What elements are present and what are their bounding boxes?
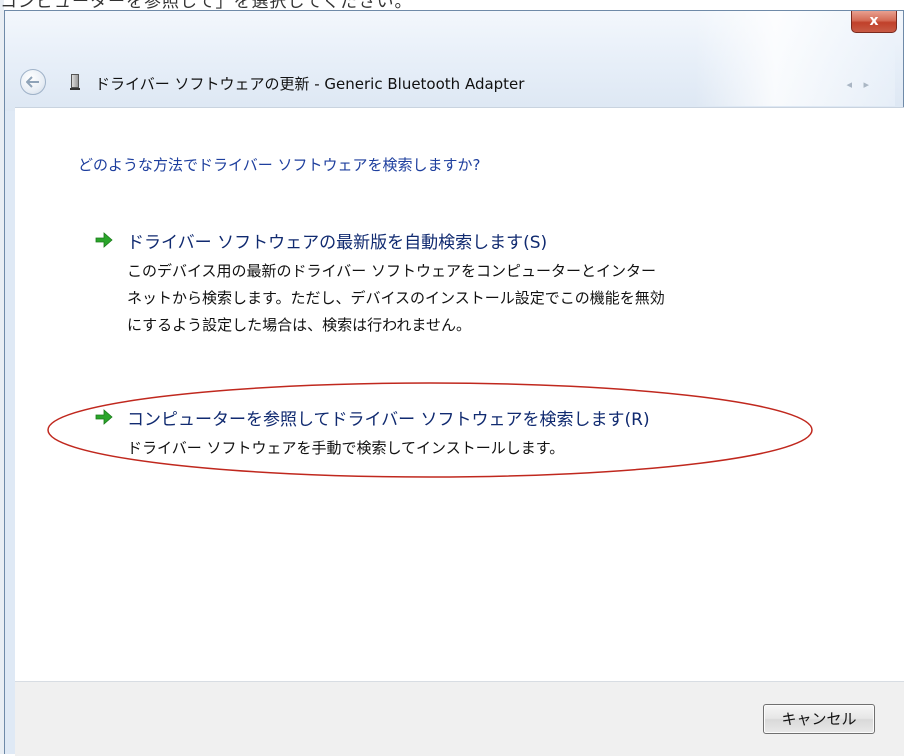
desc-line: ネットから検索します。ただし、デバイスのインストール設定でこの機能を無効: [127, 289, 665, 307]
title-bar: x ドライバー ソフトウェアの更新 - Generic Bluetooth Ad…: [5, 11, 903, 111]
desc-line: ドライバー ソフトウェアを手動で検索してインストールします。: [127, 439, 565, 457]
option-browse-computer-title: コンピューターを参照してドライバー ソフトウェアを検索します(R): [127, 410, 650, 430]
content-area: どのような方法でドライバー ソフトウェアを検索しますか? ドライバー ソフトウェ…: [15, 107, 904, 682]
faint-nav-icon: ◂ ▸: [846, 78, 873, 91]
green-arrow-icon: [95, 232, 113, 248]
nav-row: ドライバー ソフトウェアの更新 - Generic Bluetooth Adap…: [5, 63, 903, 103]
green-arrow-icon: [95, 409, 113, 425]
window-title: ドライバー ソフトウェアの更新 - Generic Bluetooth Adap…: [95, 75, 525, 93]
page-question: どのような方法でドライバー ソフトウェアを検索しますか?: [78, 156, 481, 174]
device-icon: [70, 74, 80, 90]
footer-bar: キャンセル: [15, 681, 904, 756]
close-button[interactable]: x: [851, 11, 897, 33]
desc-line: このデバイス用の最新のドライバー ソフトウェアをコンピューターとインター: [127, 262, 657, 280]
option-browse-computer-desc: ドライバー ソフトウェアを手動で検索してインストールします。: [127, 435, 807, 462]
cancel-button[interactable]: キャンセル: [763, 704, 875, 734]
option-auto-search-desc: このデバイス用の最新のドライバー ソフトウェアをコンピューターとインター ネット…: [127, 258, 807, 339]
dialog-window: x ドライバー ソフトウェアの更新 - Generic Bluetooth Ad…: [4, 10, 904, 756]
back-arrow-icon: [26, 76, 39, 88]
highlight-ellipse: [47, 382, 813, 478]
back-button[interactable]: [20, 69, 46, 95]
desc-line: にするよう設定した場合は、検索は行われません。: [127, 316, 471, 334]
option-auto-search-title: ドライバー ソフトウェアの最新版を自動検索します(S): [127, 233, 548, 253]
